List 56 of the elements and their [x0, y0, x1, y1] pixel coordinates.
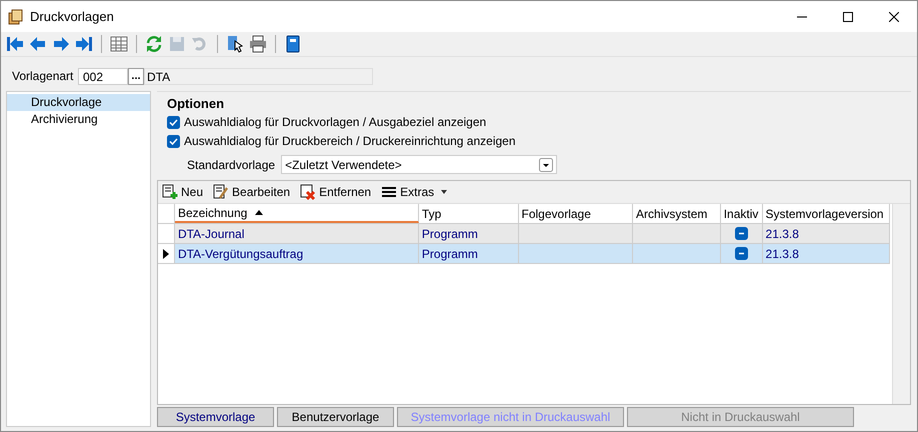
template-dropdown[interactable]: <Zuletzt Verwendete>: [281, 155, 558, 174]
group-title: Optionen: [167, 96, 226, 111]
dropdown-arrow-icon: [441, 189, 448, 195]
table-cell: 21.3.8: [762, 224, 890, 243]
table-cell: Programm: [418, 224, 518, 243]
checkbox[interactable]: [167, 134, 180, 148]
table-icon[interactable]: [110, 35, 128, 53]
app-icon: [8, 8, 24, 24]
checkbox-label: Auswahldialog für Druckvorlagen / Ausgabeziel anzeigen: [184, 115, 486, 129]
table-cell: DTA-Vergütungsauftrag: [174, 244, 419, 263]
sidebar-item[interactable]: Druckvorlage: [7, 94, 150, 111]
first-record-icon[interactable]: [6, 35, 24, 53]
legend-item: Systemvorlage: [157, 407, 274, 427]
next-record-icon[interactable]: [52, 35, 70, 53]
extras-menu-button[interactable]: Extras: [381, 184, 448, 200]
printer-icon[interactable]: [249, 35, 267, 53]
vertical-scrollbar[interactable]: [892, 204, 910, 404]
table-cell: Programm: [418, 244, 518, 263]
sort-ascending-icon: [255, 210, 264, 215]
delete-button[interactable]: Entfernen: [300, 184, 372, 200]
legend-item: Benutzervorlage: [277, 407, 394, 427]
current-row-icon: [162, 248, 169, 258]
maximize-icon[interactable]: [843, 12, 853, 22]
field-label: Standardvorlage: [187, 158, 276, 172]
book-icon[interactable]: [284, 35, 302, 53]
column-header[interactable]: Inaktiv: [720, 204, 763, 223]
last-record-icon[interactable]: [75, 35, 93, 53]
window-title: Druckvorlagen: [30, 9, 114, 24]
browse-button[interactable]: ...: [128, 68, 144, 84]
previous-record-icon[interactable]: [29, 35, 47, 53]
column-header[interactable]: Folgevorlage: [518, 204, 634, 223]
new-document-icon: [162, 184, 178, 200]
legend-item: Nicht in Druckauswahl: [627, 407, 854, 427]
code-field[interactable]: 002: [78, 68, 128, 84]
name-field: DTA: [144, 68, 373, 84]
close-icon[interactable]: [889, 12, 899, 22]
legend-item: Systemvorlage nicht in Druckauswahl: [397, 407, 624, 427]
checkbox[interactable]: [734, 227, 748, 240]
table-cell: DTA-Journal: [174, 224, 419, 243]
delete-document-icon: [300, 184, 316, 200]
field-label: Vorlagenart: [12, 69, 74, 83]
column-header[interactable]: Archivsystem: [633, 204, 721, 223]
refresh-icon[interactable]: [145, 35, 163, 53]
checkbox[interactable]: [734, 247, 748, 260]
edit-button[interactable]: Bearbeiten: [213, 184, 290, 200]
new-button[interactable]: Neu: [162, 184, 204, 200]
checkbox[interactable]: [167, 116, 180, 128]
edit-document-icon: [213, 184, 230, 200]
column-header[interactable]: Systemvorlageversion: [762, 204, 890, 223]
menu-icon: [381, 184, 398, 200]
row-indicator[interactable]: [158, 244, 175, 263]
column-header[interactable]: Typ: [418, 204, 518, 223]
checkbox-label: Auswahldialog für Druckbereich / Druckereinrichtung anzeigen: [184, 134, 516, 148]
sidebar-item[interactable]: Archivierung: [7, 111, 150, 128]
table-cell: 21.3.8: [762, 244, 890, 263]
page-cursor-icon[interactable]: [226, 35, 244, 53]
